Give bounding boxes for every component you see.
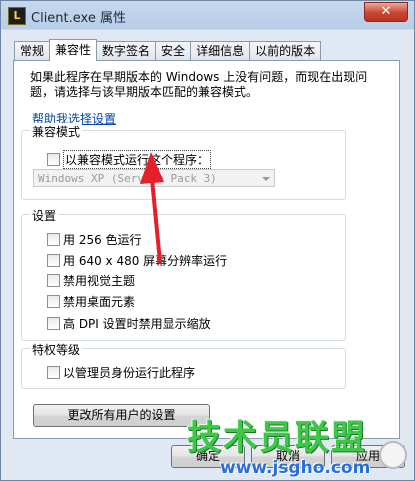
watermark-text: 技术员联盟 xyxy=(187,418,367,458)
arrow-shaft xyxy=(150,177,162,264)
watermark-url: www.jsgho.com xyxy=(220,458,371,478)
ghost-icon xyxy=(379,441,407,469)
red-arrow-annotation xyxy=(140,152,164,264)
arrow-head xyxy=(140,152,164,184)
tab-compatibility[interactable]: 兼容性 xyxy=(49,39,98,61)
watermark: 技术员联盟 www.jsgho.com xyxy=(187,410,415,481)
